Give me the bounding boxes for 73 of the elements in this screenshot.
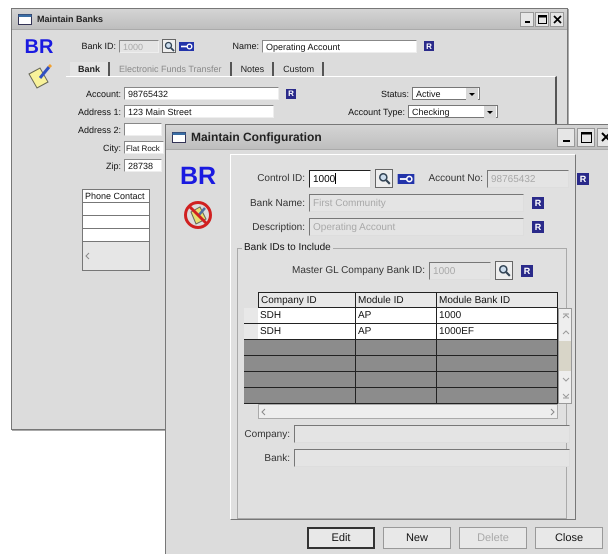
control-id-field[interactable]: 1000	[309, 170, 371, 188]
field-label: Company:	[243, 428, 290, 440]
field-label: Bank:	[263, 452, 290, 464]
column-header: Company ID	[258, 292, 356, 308]
field-label: Zip:	[104, 160, 121, 170]
window-icon	[18, 14, 32, 24]
key-icon[interactable]	[179, 42, 194, 50]
lookup-badge[interactable]: R	[424, 41, 434, 51]
search-button[interactable]	[162, 39, 176, 53]
field-label: Name:	[231, 41, 259, 51]
row-header[interactable]	[244, 308, 258, 324]
field-label: Account:	[84, 88, 121, 98]
maximize-button[interactable]	[535, 12, 549, 26]
field-label: Description:	[251, 222, 305, 232]
close-button[interactable]	[550, 12, 564, 26]
close-icon	[601, 132, 608, 142]
key-icon[interactable]	[397, 174, 415, 184]
scroll-left-icon[interactable]	[83, 250, 92, 262]
dialog-button[interactable]: Close	[535, 527, 603, 549]
notepad-pencil-icon	[26, 64, 52, 90]
zip-field[interactable]: 28738	[124, 159, 162, 172]
search-button[interactable]	[495, 261, 514, 280]
row-header[interactable]	[244, 324, 258, 340]
minimize-button[interactable]	[520, 12, 534, 26]
maximize-button[interactable]	[577, 128, 595, 146]
account-field[interactable]: 98765432	[124, 87, 279, 100]
field-label: Address 1:	[76, 106, 121, 116]
table-cell: AP	[356, 308, 437, 324]
group-title: Bank IDs to Include	[242, 242, 333, 253]
no-edit-icon	[183, 200, 213, 230]
field-label: Address 2:	[76, 124, 121, 134]
table-cell: 1000EF	[437, 324, 558, 340]
column-header: Phone Contact	[83, 190, 149, 203]
address-field[interactable]	[124, 123, 162, 136]
window-icon	[172, 132, 186, 142]
dialog-button[interactable]: New	[383, 527, 451, 549]
dialog-button[interactable]: Edit	[307, 527, 375, 549]
field-label: Master GL Company Bank ID:	[292, 265, 426, 276]
company-field[interactable]	[294, 425, 570, 443]
column-header: Module Bank ID	[437, 292, 558, 308]
tab[interactable]: Custom	[275, 62, 324, 76]
tab[interactable]: Notes	[232, 62, 274, 76]
field-label: Status:	[380, 88, 409, 98]
field-label: Account Type:	[347, 106, 405, 116]
app-logo: BR	[24, 36, 54, 58]
maximize-icon	[580, 132, 592, 142]
close-icon	[552, 14, 562, 24]
city-field[interactable]: Flat Rock	[124, 141, 164, 154]
name-field[interactable]: Operating Account	[262, 40, 417, 52]
minimize-icon	[524, 20, 530, 22]
table-cell: AP	[356, 324, 437, 340]
search-button[interactable]	[375, 169, 393, 188]
field-label: Account No:	[428, 173, 483, 184]
table-cell: 1000	[437, 308, 558, 324]
field-label: Bank Name:	[248, 198, 305, 208]
app-logo: BR	[180, 162, 216, 190]
minimize-icon	[562, 140, 570, 142]
window-title: Maintain Configuration	[191, 130, 322, 144]
table-cell: SDH	[258, 324, 356, 340]
minimize-button[interactable]	[557, 128, 575, 146]
tab[interactable]: Bank	[70, 62, 110, 76]
address-field[interactable]: 123 Main Street	[124, 105, 274, 118]
field-label: City:	[102, 142, 121, 152]
lookup-badge[interactable]: R	[286, 88, 296, 98]
window-title: Maintain Banks	[37, 14, 104, 24]
column-header: Module ID	[356, 292, 437, 308]
bank-field[interactable]	[294, 449, 570, 467]
maximize-icon	[538, 14, 546, 24]
table-cell: SDH	[258, 308, 356, 324]
field-label: Control ID:	[256, 173, 305, 184]
status-dropdown[interactable]: Active	[412, 87, 480, 100]
account-type-dropdown[interactable]: Checking	[408, 105, 498, 118]
field-label: Bank ID:	[80, 41, 116, 51]
